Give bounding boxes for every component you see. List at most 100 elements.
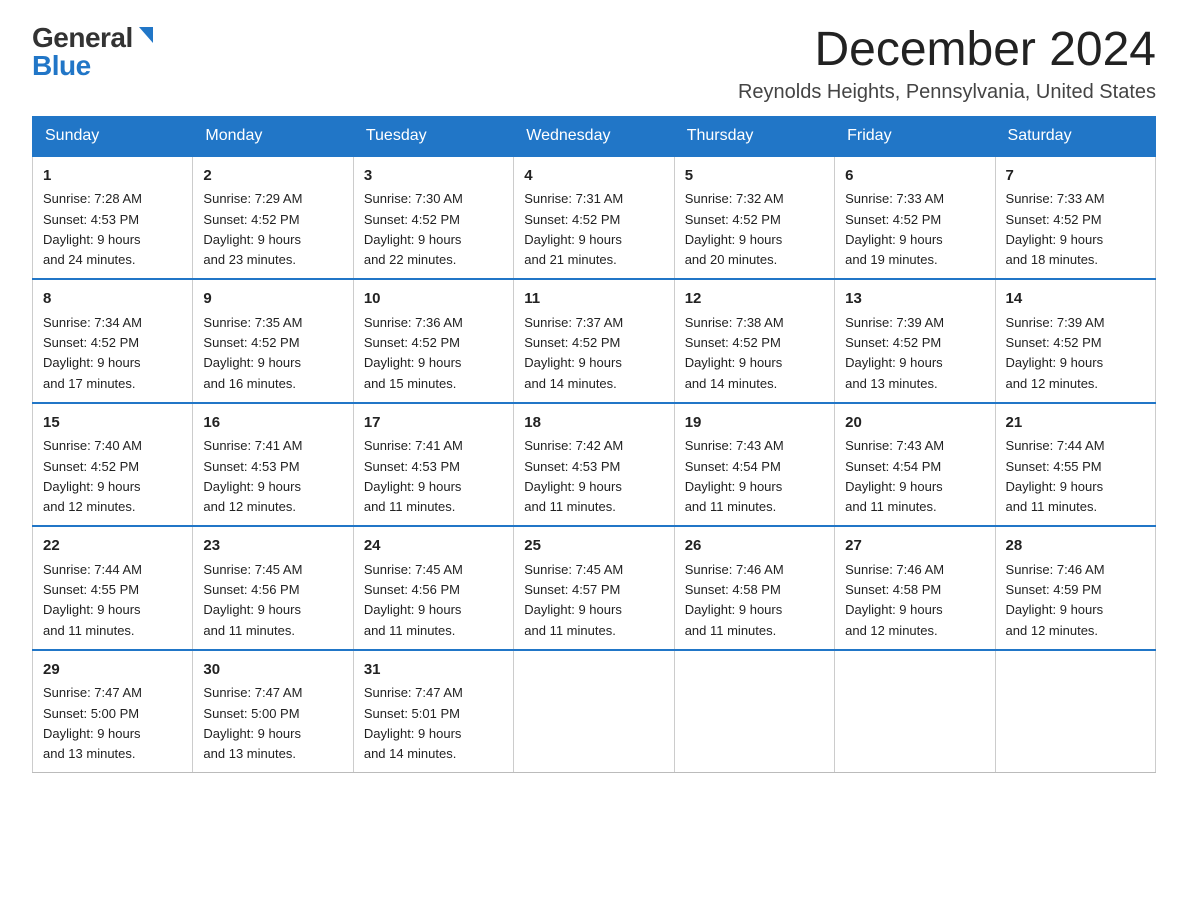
calendar-cell: 6 Sunrise: 7:33 AMSunset: 4:52 PMDayligh…: [835, 156, 995, 280]
day-info: Sunrise: 7:39 AMSunset: 4:52 PMDaylight:…: [1006, 315, 1105, 391]
day-number: 30: [203, 659, 342, 682]
calendar-cell: 22 Sunrise: 7:44 AMSunset: 4:55 PMDaylig…: [33, 526, 193, 650]
day-number: 18: [524, 412, 663, 435]
weekday-header-tuesday: Tuesday: [353, 116, 513, 156]
day-number: 31: [364, 659, 503, 682]
day-number: 1: [43, 165, 182, 188]
calendar-cell: 25 Sunrise: 7:45 AMSunset: 4:57 PMDaylig…: [514, 526, 674, 650]
day-number: 26: [685, 535, 824, 558]
calendar-cell: 27 Sunrise: 7:46 AMSunset: 4:58 PMDaylig…: [835, 526, 995, 650]
calendar-cell: 11 Sunrise: 7:37 AMSunset: 4:52 PMDaylig…: [514, 279, 674, 403]
day-number: 9: [203, 288, 342, 311]
logo-general-text: General: [32, 24, 133, 52]
calendar-cell: 5 Sunrise: 7:32 AMSunset: 4:52 PMDayligh…: [674, 156, 834, 280]
month-title: December 2024: [738, 24, 1156, 77]
day-info: Sunrise: 7:38 AMSunset: 4:52 PMDaylight:…: [685, 315, 784, 391]
day-number: 3: [364, 165, 503, 188]
day-info: Sunrise: 7:45 AMSunset: 4:56 PMDaylight:…: [364, 562, 463, 638]
page-header: General Blue December 2024 Reynolds Heig…: [32, 24, 1156, 104]
day-info: Sunrise: 7:43 AMSunset: 4:54 PMDaylight:…: [685, 438, 784, 514]
day-info: Sunrise: 7:37 AMSunset: 4:52 PMDaylight:…: [524, 315, 623, 391]
day-info: Sunrise: 7:33 AMSunset: 4:52 PMDaylight:…: [1006, 191, 1105, 267]
calendar-cell: 10 Sunrise: 7:36 AMSunset: 4:52 PMDaylig…: [353, 279, 513, 403]
calendar-cell: 24 Sunrise: 7:45 AMSunset: 4:56 PMDaylig…: [353, 526, 513, 650]
weekday-header-row: SundayMondayTuesdayWednesdayThursdayFrid…: [33, 116, 1156, 156]
weekday-header-sunday: Sunday: [33, 116, 193, 156]
day-info: Sunrise: 7:47 AMSunset: 5:01 PMDaylight:…: [364, 685, 463, 761]
day-info: Sunrise: 7:45 AMSunset: 4:56 PMDaylight:…: [203, 562, 302, 638]
day-info: Sunrise: 7:45 AMSunset: 4:57 PMDaylight:…: [524, 562, 623, 638]
calendar-cell: 28 Sunrise: 7:46 AMSunset: 4:59 PMDaylig…: [995, 526, 1155, 650]
day-number: 12: [685, 288, 824, 311]
day-number: 17: [364, 412, 503, 435]
day-info: Sunrise: 7:44 AMSunset: 4:55 PMDaylight:…: [43, 562, 142, 638]
day-info: Sunrise: 7:29 AMSunset: 4:52 PMDaylight:…: [203, 191, 302, 267]
calendar-cell: [835, 650, 995, 773]
calendar-cell: 4 Sunrise: 7:31 AMSunset: 4:52 PMDayligh…: [514, 156, 674, 280]
calendar-cell: 7 Sunrise: 7:33 AMSunset: 4:52 PMDayligh…: [995, 156, 1155, 280]
logo-arrow-icon: [135, 25, 157, 47]
calendar-week-row: 1 Sunrise: 7:28 AMSunset: 4:53 PMDayligh…: [33, 156, 1156, 280]
day-number: 4: [524, 165, 663, 188]
day-number: 6: [845, 165, 984, 188]
day-number: 19: [685, 412, 824, 435]
calendar-cell: 3 Sunrise: 7:30 AMSunset: 4:52 PMDayligh…: [353, 156, 513, 280]
day-info: Sunrise: 7:36 AMSunset: 4:52 PMDaylight:…: [364, 315, 463, 391]
day-number: 24: [364, 535, 503, 558]
location-title: Reynolds Heights, Pennsylvania, United S…: [738, 81, 1156, 104]
calendar-cell: 14 Sunrise: 7:39 AMSunset: 4:52 PMDaylig…: [995, 279, 1155, 403]
day-info: Sunrise: 7:34 AMSunset: 4:52 PMDaylight:…: [43, 315, 142, 391]
day-number: 25: [524, 535, 663, 558]
day-number: 11: [524, 288, 663, 311]
weekday-header-monday: Monday: [193, 116, 353, 156]
day-number: 22: [43, 535, 182, 558]
day-info: Sunrise: 7:30 AMSunset: 4:52 PMDaylight:…: [364, 191, 463, 267]
day-info: Sunrise: 7:40 AMSunset: 4:52 PMDaylight:…: [43, 438, 142, 514]
day-number: 29: [43, 659, 182, 682]
day-number: 20: [845, 412, 984, 435]
day-number: 13: [845, 288, 984, 311]
day-info: Sunrise: 7:41 AMSunset: 4:53 PMDaylight:…: [364, 438, 463, 514]
calendar-cell: [674, 650, 834, 773]
day-info: Sunrise: 7:39 AMSunset: 4:52 PMDaylight:…: [845, 315, 944, 391]
day-number: 27: [845, 535, 984, 558]
calendar-cell: 19 Sunrise: 7:43 AMSunset: 4:54 PMDaylig…: [674, 403, 834, 527]
calendar-cell: 18 Sunrise: 7:42 AMSunset: 4:53 PMDaylig…: [514, 403, 674, 527]
calendar-cell: 21 Sunrise: 7:44 AMSunset: 4:55 PMDaylig…: [995, 403, 1155, 527]
logo: General Blue: [32, 24, 157, 80]
calendar-week-row: 8 Sunrise: 7:34 AMSunset: 4:52 PMDayligh…: [33, 279, 1156, 403]
day-number: 5: [685, 165, 824, 188]
calendar-cell: 30 Sunrise: 7:47 AMSunset: 5:00 PMDaylig…: [193, 650, 353, 773]
calendar-table: SundayMondayTuesdayWednesdayThursdayFrid…: [32, 116, 1156, 774]
title-block: December 2024 Reynolds Heights, Pennsylv…: [738, 24, 1156, 104]
calendar-cell: [514, 650, 674, 773]
calendar-cell: 16 Sunrise: 7:41 AMSunset: 4:53 PMDaylig…: [193, 403, 353, 527]
day-info: Sunrise: 7:35 AMSunset: 4:52 PMDaylight:…: [203, 315, 302, 391]
day-number: 28: [1006, 535, 1145, 558]
day-info: Sunrise: 7:47 AMSunset: 5:00 PMDaylight:…: [203, 685, 302, 761]
day-number: 16: [203, 412, 342, 435]
day-number: 8: [43, 288, 182, 311]
logo-blue-text: Blue: [32, 52, 157, 80]
day-info: Sunrise: 7:33 AMSunset: 4:52 PMDaylight:…: [845, 191, 944, 267]
calendar-cell: 15 Sunrise: 7:40 AMSunset: 4:52 PMDaylig…: [33, 403, 193, 527]
weekday-header-wednesday: Wednesday: [514, 116, 674, 156]
calendar-cell: [995, 650, 1155, 773]
calendar-cell: 2 Sunrise: 7:29 AMSunset: 4:52 PMDayligh…: [193, 156, 353, 280]
day-number: 23: [203, 535, 342, 558]
calendar-cell: 12 Sunrise: 7:38 AMSunset: 4:52 PMDaylig…: [674, 279, 834, 403]
calendar-cell: 26 Sunrise: 7:46 AMSunset: 4:58 PMDaylig…: [674, 526, 834, 650]
weekday-header-thursday: Thursday: [674, 116, 834, 156]
day-info: Sunrise: 7:43 AMSunset: 4:54 PMDaylight:…: [845, 438, 944, 514]
day-number: 2: [203, 165, 342, 188]
calendar-cell: 13 Sunrise: 7:39 AMSunset: 4:52 PMDaylig…: [835, 279, 995, 403]
day-info: Sunrise: 7:42 AMSunset: 4:53 PMDaylight:…: [524, 438, 623, 514]
day-info: Sunrise: 7:44 AMSunset: 4:55 PMDaylight:…: [1006, 438, 1105, 514]
calendar-week-row: 29 Sunrise: 7:47 AMSunset: 5:00 PMDaylig…: [33, 650, 1156, 773]
calendar-cell: 9 Sunrise: 7:35 AMSunset: 4:52 PMDayligh…: [193, 279, 353, 403]
calendar-cell: 20 Sunrise: 7:43 AMSunset: 4:54 PMDaylig…: [835, 403, 995, 527]
day-number: 15: [43, 412, 182, 435]
day-number: 7: [1006, 165, 1145, 188]
day-number: 10: [364, 288, 503, 311]
calendar-cell: 8 Sunrise: 7:34 AMSunset: 4:52 PMDayligh…: [33, 279, 193, 403]
